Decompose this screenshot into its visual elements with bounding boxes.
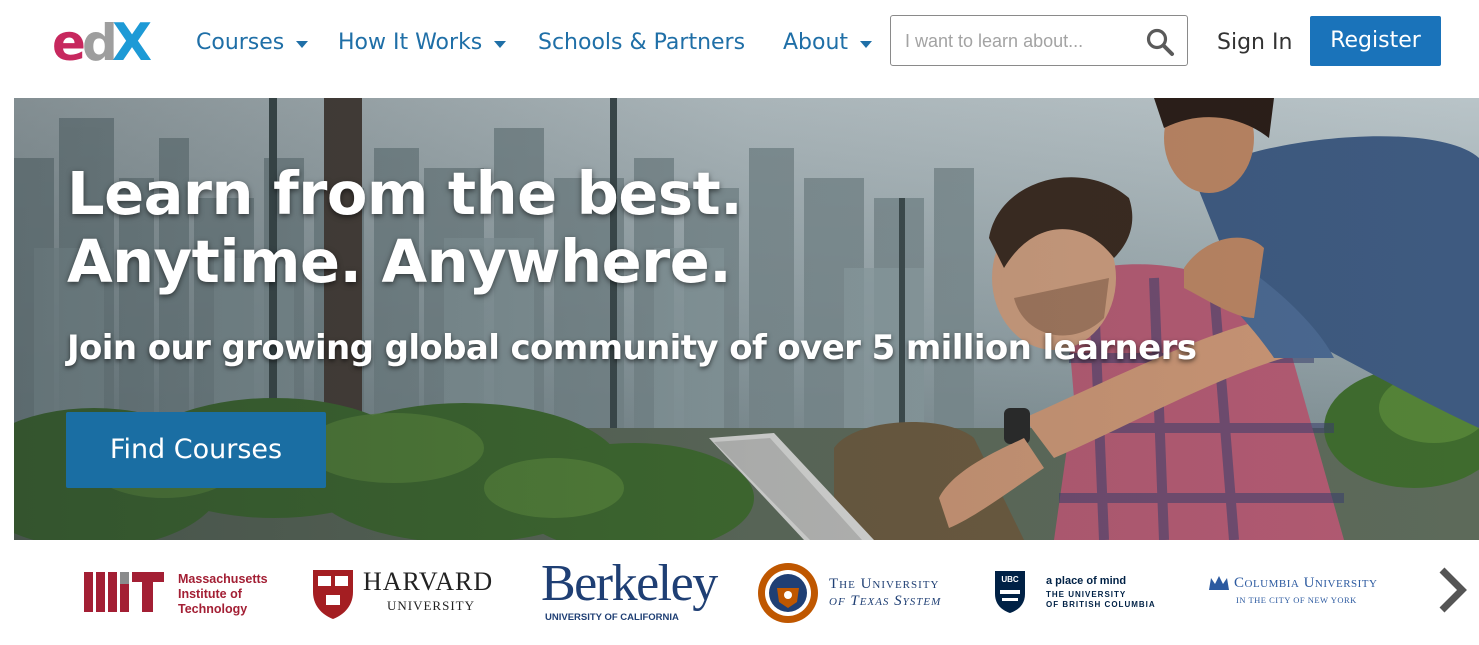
ubc-tagline: a place of mind: [1046, 575, 1127, 587]
crown-icon: [1209, 576, 1229, 590]
sign-in-link[interactable]: Sign In: [1217, 28, 1292, 58]
hero-subtitle: Join our growing global community of ove…: [67, 328, 1197, 368]
hero-banner: Learn from the best. Anytime. Anywhere. …: [14, 98, 1479, 540]
berkeley-name: Berkeley: [541, 555, 718, 612]
chevron-down-icon: [494, 40, 507, 48]
svg-text:X: X: [112, 14, 152, 66]
hero-title: Learn from the best. Anytime. Anywhere.: [67, 159, 743, 296]
partner-logos-strip: Massachusetts Institute of Technology HA…: [0, 540, 1479, 645]
texas-seal-icon: [758, 563, 818, 623]
svg-text:e: e: [52, 14, 84, 66]
ubc-name-line-2: OF BRITISH COLUMBIA: [1046, 600, 1156, 609]
nav-about-label: About: [783, 30, 849, 55]
chevron-right-icon[interactable]: [1436, 566, 1468, 614]
nav-how-it-works[interactable]: How It Works: [338, 28, 507, 58]
chevron-down-icon: [296, 40, 309, 48]
ubc-name-line-1: THE UNIVERSITY: [1046, 590, 1127, 599]
search-icon[interactable]: [1145, 27, 1175, 57]
chevron-down-icon: [860, 40, 873, 48]
berkeley-subname: UNIVERSITY OF CALIFORNIA: [545, 612, 679, 623]
find-courses-button[interactable]: Find Courses: [66, 412, 326, 488]
nav-schools-partners-label: Schools & Partners: [538, 30, 746, 55]
partner-columbia-logo[interactable]: Columbia University IN THE CITY OF NEW Y…: [1208, 562, 1423, 624]
mit-name-line-2: Institute of: [178, 587, 242, 601]
edx-logo[interactable]: e d X: [52, 14, 160, 66]
nav-courses-label: Courses: [196, 30, 285, 55]
partner-texas-logo[interactable]: The University of Texas System: [757, 562, 967, 624]
partner-mit-logo[interactable]: Massachusetts Institute of Technology: [84, 562, 279, 624]
svg-text:UBC: UBC: [1001, 575, 1019, 584]
partner-ubc-logo[interactable]: UBC a place of mind THE UNIVERSITY OF BR…: [994, 562, 1174, 624]
svg-text:d: d: [82, 14, 114, 66]
mit-name-line-1: Massachusetts: [178, 572, 268, 586]
nav-courses[interactable]: Courses: [196, 28, 309, 58]
search-input[interactable]: [905, 26, 1135, 56]
register-button[interactable]: Register: [1310, 16, 1441, 66]
hero-title-line-1: Learn from the best.: [67, 159, 743, 228]
site-header: e d X Courses How It Works Schools & Par…: [0, 0, 1479, 98]
hero-title-line-2: Anytime. Anywhere.: [67, 227, 732, 296]
columbia-subname: IN THE CITY OF NEW YORK: [1236, 595, 1357, 605]
harvard-subname: UNIVERSITY: [387, 598, 475, 613]
search-box: [890, 15, 1188, 66]
nav-schools-partners[interactable]: Schools & Partners: [538, 28, 745, 58]
harvard-shield-icon: [313, 570, 353, 619]
mit-mark-icon: [84, 572, 164, 612]
harvard-name: HARVARD: [363, 567, 494, 596]
partner-berkeley-logo[interactable]: Berkeley UNIVERSITY OF CALIFORNIA: [541, 556, 731, 624]
mit-name-line-3: Technology: [178, 602, 248, 616]
texas-name-line-1: The University: [829, 576, 940, 592]
nav-about[interactable]: About: [783, 28, 873, 58]
texas-name-line-2: of Texas System: [829, 593, 942, 609]
columbia-name: Columbia University: [1234, 575, 1378, 591]
ubc-crest-icon: UBC: [995, 571, 1025, 613]
nav-how-it-works-label: How It Works: [338, 30, 483, 55]
partner-harvard-logo[interactable]: HARVARD UNIVERSITY: [311, 562, 506, 624]
